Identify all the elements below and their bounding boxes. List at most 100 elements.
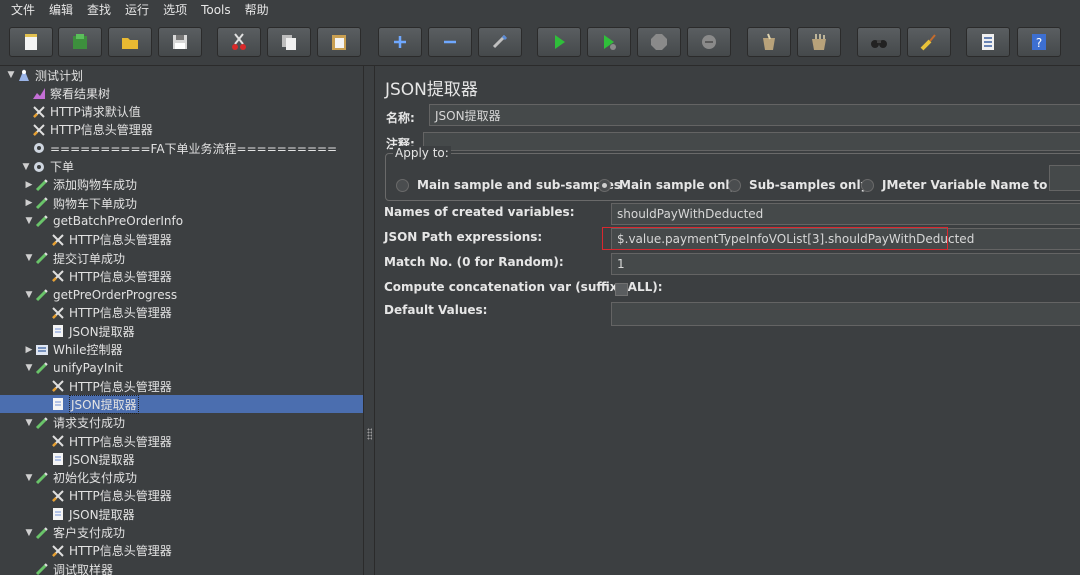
radio-jmeter-var[interactable]: JMeter Variable Name to use xyxy=(861,178,1075,192)
sampler-icon xyxy=(34,470,50,486)
tree-node[interactable]: JSON提取器 xyxy=(0,322,363,340)
reset-search-button[interactable] xyxy=(907,27,951,57)
expanded-arrow-icon[interactable]: ▼ xyxy=(24,216,34,226)
expanded-arrow-icon[interactable]: ▼ xyxy=(24,418,34,428)
tree-node[interactable]: ▼ 测试计划 xyxy=(0,66,363,84)
expanded-arrow-icon[interactable]: ▼ xyxy=(24,473,34,483)
help-button[interactable]: ? xyxy=(1017,27,1061,57)
tree-node[interactable]: HTTP请求默认值 xyxy=(0,103,363,121)
tree-node[interactable]: ▶ 添加购物车成功 xyxy=(0,176,363,194)
radio-sub-only[interactable]: Sub-samples only xyxy=(728,178,868,192)
new-icon xyxy=(25,34,37,50)
expand-button[interactable] xyxy=(378,27,422,57)
menu-search[interactable]: 查找 xyxy=(80,1,118,18)
tree-node-label: 测试计划 xyxy=(35,68,84,83)
tree-node[interactable]: HTTP信息头管理器 xyxy=(0,377,363,395)
tree-node-label: HTTP信息头管理器 xyxy=(69,379,172,394)
clear-button[interactable] xyxy=(747,27,791,57)
stop-button[interactable] xyxy=(637,27,681,57)
tree-node[interactable]: ==========FA下单业务流程========== xyxy=(0,139,363,157)
expanded-arrow-icon[interactable]: ▼ xyxy=(24,363,34,373)
tree-node[interactable]: ▼ getBatchPreOrderInfo xyxy=(0,212,363,230)
help-icon: ? xyxy=(1032,34,1046,50)
search-button[interactable] xyxy=(857,27,901,57)
created-vars-field[interactable]: shouldPayWithDeducted xyxy=(611,203,1080,225)
test-plan-tree: ▼ 测试计划 察看结果树 HTTP请求默认值 HTTP信息头管理器 ==========F… xyxy=(0,66,364,575)
radio-main-only[interactable]: Main sample only xyxy=(598,178,737,192)
tree-node[interactable]: ▼ getPreOrderProgress xyxy=(0,286,363,304)
menu-help[interactable]: 帮助 xyxy=(238,1,276,18)
tree-node[interactable]: HTTP信息头管理器 xyxy=(0,304,363,322)
menu-file[interactable]: 文件 xyxy=(4,1,42,18)
radio-main-and-sub[interactable]: Main sample and sub-samples xyxy=(396,178,621,192)
toolbar: ? xyxy=(0,19,1080,66)
function-helper-button[interactable] xyxy=(966,27,1010,57)
tree-node[interactable]: ▼ 客户支付成功 xyxy=(0,524,363,542)
tree-node[interactable]: HTTP信息头管理器 xyxy=(0,121,363,139)
tree-node[interactable]: HTTP信息头管理器 xyxy=(0,487,363,505)
menu-tools[interactable]: Tools xyxy=(194,3,238,17)
collapse-icon xyxy=(444,40,456,44)
tree-node[interactable]: ▼ 提交订单成功 xyxy=(0,249,363,267)
start-no-pause-icon xyxy=(604,35,616,50)
tree-node[interactable]: 察看结果树 xyxy=(0,84,363,102)
collapsed-arrow-icon[interactable]: ▶ xyxy=(24,180,34,190)
tree-node[interactable]: ▼ 初始化支付成功 xyxy=(0,469,363,487)
save-button[interactable] xyxy=(158,27,202,57)
tree-node[interactable]: ▼ 请求支付成功 xyxy=(0,414,363,432)
expanded-arrow-icon[interactable]: ▼ xyxy=(24,253,34,263)
collapsed-arrow-icon[interactable]: ▶ xyxy=(24,345,34,355)
match-no-label: Match No. (0 for Random): xyxy=(384,255,564,269)
jmeter-var-field[interactable] xyxy=(1049,165,1080,191)
templates-button[interactable] xyxy=(58,27,102,57)
config-element-icon xyxy=(31,104,47,120)
cut-button[interactable] xyxy=(217,27,261,57)
tree-node[interactable]: HTTP信息头管理器 xyxy=(0,542,363,560)
clear-all-button[interactable] xyxy=(797,27,841,57)
tree-node[interactable]: HTTP信息头管理器 xyxy=(0,267,363,285)
collapse-button[interactable] xyxy=(428,27,472,57)
toggle-button[interactable] xyxy=(478,27,522,57)
comment-field[interactable] xyxy=(423,132,1080,151)
radio-indicator xyxy=(598,178,611,192)
collapsed-arrow-icon[interactable]: ▶ xyxy=(24,198,34,208)
menu-run[interactable]: 运行 xyxy=(118,1,156,18)
tree-node[interactable]: JSON提取器 xyxy=(0,505,363,523)
match-no-field[interactable]: 1 xyxy=(611,253,1080,275)
name-field[interactable]: JSON提取器 xyxy=(429,104,1080,126)
tree-node[interactable]: ▼ unifyPayInit xyxy=(0,359,363,377)
tree-node-label: 添加购物车成功 xyxy=(53,178,138,193)
concat-checkbox[interactable] xyxy=(615,283,628,296)
splitter-grip[interactable] xyxy=(367,428,372,440)
tree-node[interactable]: ▶ 购物车下单成功 xyxy=(0,194,363,212)
expanded-arrow-icon[interactable]: ▼ xyxy=(24,290,34,300)
tree-node[interactable]: JSON提取器 xyxy=(0,394,363,414)
shutdown-button[interactable] xyxy=(687,27,731,57)
thread-group-icon xyxy=(31,159,47,175)
tree-node[interactable]: JSON提取器 xyxy=(0,450,363,468)
tree-node[interactable]: HTTP信息头管理器 xyxy=(0,432,363,450)
expanded-arrow-icon[interactable]: ▼ xyxy=(21,162,31,172)
open-button[interactable] xyxy=(108,27,152,57)
panel-splitter[interactable] xyxy=(364,66,375,575)
start-no-pause-button[interactable] xyxy=(587,27,631,57)
default-values-field[interactable] xyxy=(611,302,1080,326)
expanded-arrow-icon[interactable]: ▼ xyxy=(24,528,34,538)
tree-node[interactable]: ▶ While控制器 xyxy=(0,341,363,359)
new-button[interactable] xyxy=(9,27,53,57)
tree-node[interactable]: HTTP信息头管理器 xyxy=(0,231,363,249)
json-path-label: JSON Path expressions: xyxy=(384,230,543,244)
tree-node-label: HTTP信息头管理器 xyxy=(69,306,172,321)
open-icon xyxy=(122,38,138,49)
tree-node[interactable]: ▼ 下单 xyxy=(0,158,363,176)
start-button[interactable] xyxy=(537,27,581,57)
tree-node[interactable]: 调试取样器 xyxy=(0,560,363,575)
paste-button[interactable] xyxy=(317,27,361,57)
menu-edit[interactable]: 编辑 xyxy=(42,1,80,18)
menu-options[interactable]: 选项 xyxy=(156,1,194,18)
tree-node-label: HTTP信息头管理器 xyxy=(69,544,172,559)
config-element-icon xyxy=(50,232,66,248)
thread-group-icon xyxy=(31,140,47,156)
expanded-arrow-icon[interactable]: ▼ xyxy=(6,70,16,80)
copy-button[interactable] xyxy=(267,27,311,57)
